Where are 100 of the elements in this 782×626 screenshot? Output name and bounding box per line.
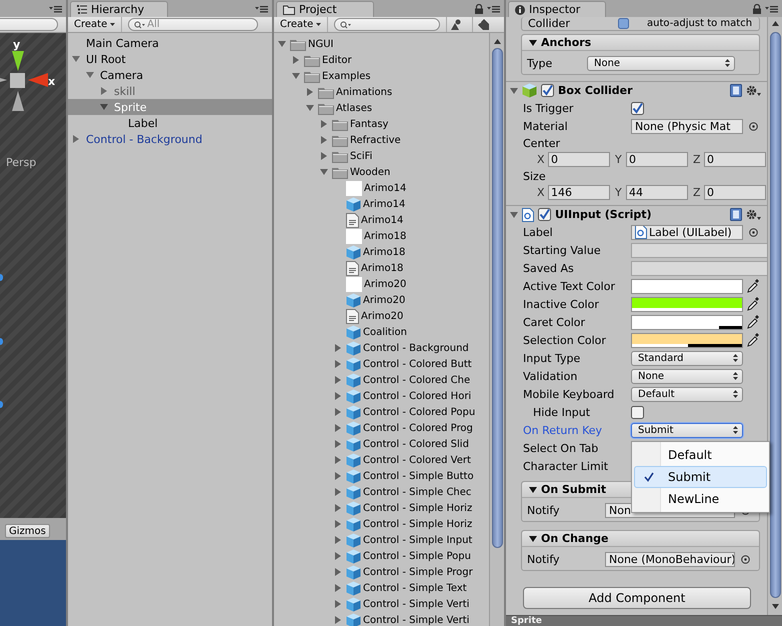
scrollbar[interactable] — [767, 17, 782, 615]
search-input[interactable]: All — [147, 19, 252, 30]
checkbox[interactable] — [631, 406, 644, 418]
tree-row[interactable]: UI Root — [68, 51, 272, 67]
panel-menu-icon[interactable] — [765, 4, 778, 12]
search-field[interactable] — [334, 18, 440, 31]
menu-item[interactable]: Default — [634, 444, 767, 466]
expand-arrow[interactable] — [292, 56, 300, 64]
dropdown[interactable]: None — [631, 368, 743, 384]
expand-arrow[interactable] — [334, 536, 342, 544]
expand-arrow[interactable] — [334, 344, 342, 352]
asset-name[interactable]: Arimo14 — [361, 214, 404, 226]
tree-row[interactable]: Label — [68, 115, 272, 131]
create-button[interactable]: Create — [72, 17, 122, 32]
color-field[interactable] — [631, 332, 743, 348]
asset-name[interactable]: Control - Colored Butt — [363, 358, 472, 370]
expand-arrow[interactable] — [306, 104, 314, 112]
search-field[interactable] — [0, 18, 58, 31]
number-field[interactable]: 0 — [704, 185, 766, 200]
expand-arrow[interactable] — [334, 408, 342, 416]
number-field[interactable]: 0 — [626, 152, 688, 167]
collapse-arrow[interactable] — [529, 38, 537, 46]
asset-name[interactable]: Arimo18 — [363, 246, 406, 258]
checkbox[interactable] — [538, 208, 551, 221]
help-book-icon[interactable] — [730, 208, 742, 221]
asset-name[interactable]: Control - Simple Horiz — [363, 502, 472, 514]
color-field[interactable] — [631, 278, 743, 294]
asset-name[interactable]: Arimo14 — [363, 198, 406, 210]
asset-name[interactable]: Arimo20 — [363, 294, 406, 306]
toggle-icon[interactable] — [618, 18, 629, 29]
panel-menu-icon[interactable] — [487, 4, 500, 12]
expand-arrow[interactable] — [100, 103, 108, 111]
expand-arrow[interactable] — [100, 87, 108, 95]
asset-name[interactable]: Refractive — [350, 134, 401, 146]
scrollbar-thumb[interactable] — [770, 32, 780, 598]
asset-name[interactable]: Control - Background — [363, 342, 469, 354]
panel-menu-icon[interactable] — [49, 4, 62, 12]
color-field[interactable] — [631, 314, 743, 330]
expand-arrow[interactable] — [334, 392, 342, 400]
asset-name[interactable]: Animations — [336, 86, 392, 98]
help-book-icon[interactable] — [730, 84, 742, 97]
expand-arrow[interactable] — [320, 120, 328, 128]
asset-name[interactable]: Control - Colored Slid — [363, 438, 469, 450]
scroll-down-icon[interactable] — [772, 604, 778, 609]
checkbox[interactable] — [631, 102, 644, 114]
asset-name[interactable]: Control - Simple Popu — [363, 550, 471, 562]
asset-name[interactable]: Wooden — [350, 166, 390, 178]
expand-arrow[interactable] — [334, 488, 342, 496]
view-mode-label[interactable]: Persp — [6, 156, 36, 169]
expand-arrow[interactable] — [320, 168, 328, 176]
color-field[interactable] — [631, 296, 743, 312]
expand-arrow[interactable] — [86, 71, 94, 79]
asset-name[interactable]: Atlases — [336, 102, 372, 114]
asset-name[interactable]: Control - Simple Verti — [363, 598, 470, 610]
gear-icon[interactable] — [746, 208, 761, 220]
expand-arrow[interactable] — [334, 504, 342, 512]
number-field[interactable]: 146 — [548, 185, 610, 200]
panel-menu-icon[interactable] — [255, 4, 268, 12]
asset-name[interactable]: Control - Colored Prog — [363, 422, 473, 434]
panel-tab[interactable]: Inspector — [508, 1, 606, 17]
eyedropper-icon[interactable] — [747, 297, 759, 311]
asset-name[interactable]: Coalition — [363, 326, 407, 338]
tree-row[interactable]: skill — [68, 83, 272, 99]
object-field[interactable]: None (Physic Mat — [631, 118, 743, 134]
number-field[interactable]: 0 — [704, 152, 766, 167]
asset-name[interactable]: Examples — [322, 70, 371, 82]
text-field[interactable] — [631, 242, 767, 258]
object-picker-icon[interactable] — [748, 122, 758, 130]
asset-name[interactable]: Control - Simple Horiz — [363, 518, 472, 530]
asset-name[interactable]: Control - Simple Input — [363, 534, 472, 546]
asset-name[interactable]: Control - Simple Progr — [363, 566, 473, 578]
gear-icon[interactable] — [746, 84, 761, 96]
tree-row[interactable]: Main Camera — [68, 35, 272, 51]
expand-arrow[interactable] — [334, 376, 342, 384]
asset-name[interactable]: Control - Colored Hori — [363, 390, 472, 402]
scrollbar[interactable] — [489, 33, 504, 626]
checkbox[interactable] — [541, 84, 554, 97]
asset-name[interactable]: Arimo20 — [361, 310, 404, 322]
object-picker-icon[interactable] — [748, 228, 758, 236]
gizmos-button[interactable]: Gizmos — [5, 524, 50, 538]
lock-icon[interactable] — [753, 4, 761, 14]
expand-arrow[interactable] — [334, 440, 342, 448]
asset-name[interactable]: NGUI — [308, 38, 334, 50]
asset-name[interactable]: Control - Simple Butto — [363, 470, 474, 482]
text-field[interactable] — [631, 260, 767, 276]
expand-arrow[interactable] — [334, 424, 342, 432]
asset-name[interactable]: SciFi — [350, 150, 372, 162]
asset-name[interactable]: Control - Colored Vert — [363, 454, 471, 466]
asset-name[interactable]: Control - Colored Popu — [363, 406, 476, 418]
asset-name[interactable]: Control - Colored Che — [363, 374, 470, 386]
expand-arrow[interactable] — [278, 40, 286, 48]
expand-arrow[interactable] — [334, 456, 342, 464]
expand-arrow[interactable] — [292, 72, 300, 80]
expand-arrow[interactable] — [334, 584, 342, 592]
menu-item[interactable]: Submit — [634, 466, 767, 488]
lock-icon[interactable] — [475, 4, 483, 14]
tree-row[interactable]: Camera — [68, 67, 272, 83]
eyedropper-icon[interactable] — [747, 333, 759, 347]
tree-row[interactable]: Control - Background — [68, 131, 272, 147]
search-field[interactable]: All — [128, 18, 258, 31]
